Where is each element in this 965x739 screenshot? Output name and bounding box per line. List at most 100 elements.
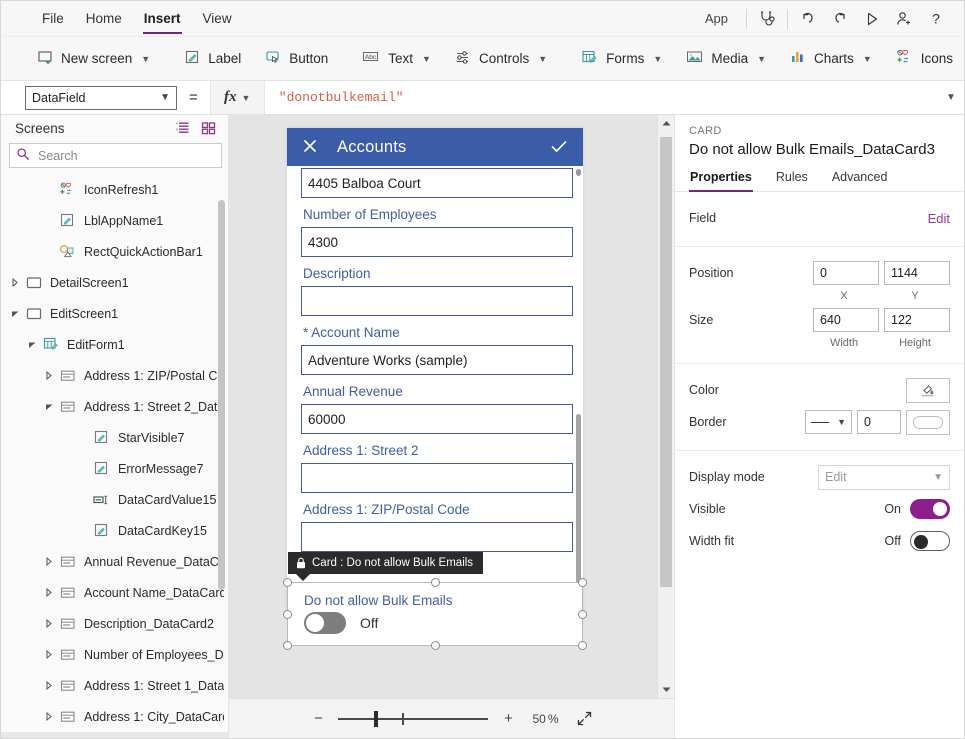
phone-field-input[interactable]: [301, 522, 573, 552]
tree-twisty-icon[interactable]: [41, 650, 57, 659]
resize-handle-bl[interactable]: [283, 641, 292, 650]
border-color-button[interactable]: [906, 410, 950, 435]
resize-handle-tc[interactable]: [431, 578, 440, 587]
tree-node[interactable]: EditScreen1: [1, 298, 228, 329]
property-selector[interactable]: DataField ▼: [25, 86, 177, 110]
tree-node[interactable]: Address 1: City_DataCard2: [1, 701, 228, 732]
tree-node[interactable]: Annual Revenue_DataCard2: [1, 546, 228, 577]
scroll-up-arrow-icon[interactable]: [658, 115, 674, 132]
tree-twisty-icon[interactable]: [41, 588, 57, 597]
tree-search-box[interactable]: [9, 143, 222, 168]
share-user-icon[interactable]: [888, 5, 920, 33]
tree-node[interactable]: Account Name_DataCard2: [1, 577, 228, 608]
position-x-input[interactable]: 0: [813, 261, 879, 285]
tree-node[interactable]: LblAppName1: [1, 205, 228, 236]
search-input[interactable]: [36, 148, 215, 164]
size-height-input[interactable]: 122: [884, 308, 950, 332]
tree-node[interactable]: DetailScreen1: [1, 267, 228, 298]
play-icon[interactable]: [856, 5, 888, 33]
resize-handle-tl[interactable]: [283, 578, 292, 587]
tree-twisty-icon[interactable]: [7, 278, 23, 287]
check-icon[interactable]: [549, 137, 569, 158]
color-picker-button[interactable]: [906, 378, 950, 403]
tree-node[interactable]: DataCardValue15: [1, 484, 228, 515]
formula-expand-chevron-icon[interactable]: ▼: [938, 81, 964, 114]
zoom-out-button[interactable]: −: [304, 706, 332, 732]
menu-item-home[interactable]: Home: [75, 4, 133, 33]
close-icon[interactable]: [301, 137, 319, 158]
width-fit-toggle[interactable]: [910, 531, 950, 551]
ribbon-controls-button[interactable]: Controls ▼: [443, 43, 559, 75]
app-selector-label[interactable]: App: [691, 11, 742, 26]
tree-twisty-icon[interactable]: [41, 712, 57, 721]
redo-icon[interactable]: [824, 5, 856, 33]
menu-item-file[interactable]: File: [31, 4, 75, 33]
tree-twisty-icon[interactable]: [41, 557, 57, 566]
tree-node[interactable]: StarVisible7: [1, 422, 228, 453]
tree-node[interactable]: EditForm1: [1, 329, 228, 360]
phone-field-input[interactable]: Adventure Works (sample): [301, 345, 573, 375]
visible-toggle[interactable]: [910, 499, 950, 519]
zoom-slider-thumb[interactable]: [374, 711, 378, 727]
menu-item-view[interactable]: View: [192, 4, 243, 33]
phone-field-input[interactable]: 4405 Balboa Court: [301, 168, 573, 198]
thumbnail-view-icon[interactable]: [198, 118, 220, 138]
size-width-input[interactable]: 640: [813, 308, 879, 332]
scroll-down-arrow-icon[interactable]: [658, 681, 674, 698]
tree-node[interactable]: DataCardKey15: [1, 515, 228, 546]
stethoscope-icon[interactable]: [751, 5, 783, 33]
resize-handle-ml[interactable]: [283, 610, 292, 619]
border-width-input[interactable]: 0: [857, 410, 901, 434]
menu-item-insert[interactable]: Insert: [133, 4, 192, 33]
fit-screen-icon[interactable]: [571, 706, 599, 732]
tree-twisty-icon[interactable]: [24, 341, 40, 349]
canvas-scrollbar[interactable]: [657, 115, 674, 698]
fx-button[interactable]: fx ▼: [211, 81, 265, 114]
tree-node[interactable]: IconRefresh1: [1, 174, 228, 205]
tab-properties[interactable]: Properties: [689, 167, 753, 191]
ribbon-media-button[interactable]: Media ▼: [674, 43, 778, 74]
selected-datacard[interactable]: Do not allow Bulk Emails Off: [287, 582, 583, 646]
undo-icon[interactable]: [792, 5, 824, 33]
zoom-in-button[interactable]: +: [494, 706, 522, 732]
display-mode-select[interactable]: Edit ▼: [818, 465, 950, 490]
field-edit-link[interactable]: Edit: [928, 211, 950, 226]
ribbon-new-screen-button[interactable]: New screen ▼: [25, 43, 162, 75]
tree-view-icon[interactable]: [172, 118, 194, 138]
tree-twisty-icon[interactable]: [41, 681, 57, 690]
phone-field-input[interactable]: [301, 286, 573, 316]
ribbon-charts-button[interactable]: Charts ▼: [778, 43, 884, 74]
resize-handle-tr[interactable]: [578, 578, 587, 587]
ribbon-icons-button[interactable]: Icons ▼: [884, 43, 965, 75]
tab-advanced[interactable]: Advanced: [831, 167, 889, 191]
border-style-select[interactable]: ▼: [805, 410, 852, 434]
phone-field-input[interactable]: 4300: [301, 227, 573, 257]
tree-node[interactable]: Address 1: Street 1_DataCar: [1, 670, 228, 701]
bulk-email-toggle[interactable]: [304, 612, 346, 634]
tree-node[interactable]: Number of Employees_Data: [1, 639, 228, 670]
canvas-scrollbar-thumb[interactable]: [660, 137, 672, 587]
zoom-slider[interactable]: [338, 709, 488, 729]
tree-node[interactable]: ErrorMessage7: [1, 453, 228, 484]
ribbon-label-button[interactable]: Label: [172, 43, 253, 75]
tree-twisty-icon[interactable]: [41, 403, 57, 411]
tree-node[interactable]: RectQuickActionBar1: [1, 236, 228, 267]
help-icon[interactable]: ?: [920, 5, 952, 33]
tab-rules[interactable]: Rules: [775, 167, 809, 191]
formula-input[interactable]: "donotbulkemail": [265, 90, 938, 105]
tree-node[interactable]: Do not allow Bulk Emails_Dа: [1, 732, 228, 738]
resize-handle-br[interactable]: [578, 641, 587, 650]
tree-twisty-icon[interactable]: [41, 371, 57, 380]
position-y-input[interactable]: 1144: [884, 261, 950, 285]
tree-node[interactable]: Address 1: ZIP/Postal Code_: [1, 360, 228, 391]
ribbon-button-button[interactable]: Button: [253, 43, 340, 75]
phone-field-input[interactable]: 60000: [301, 404, 573, 434]
tree-twisty-icon[interactable]: [7, 310, 23, 318]
phone-field-input[interactable]: [301, 463, 573, 493]
tree-scrollbar-thumb[interactable]: [218, 200, 225, 590]
ribbon-text-button[interactable]: Abc Text ▼: [350, 43, 443, 74]
ribbon-forms-button[interactable]: Forms ▼: [569, 43, 674, 75]
tree-node[interactable]: Description_DataCard2: [1, 608, 228, 639]
resize-handle-mr[interactable]: [578, 610, 587, 619]
resize-handle-bc[interactable]: [431, 641, 440, 650]
